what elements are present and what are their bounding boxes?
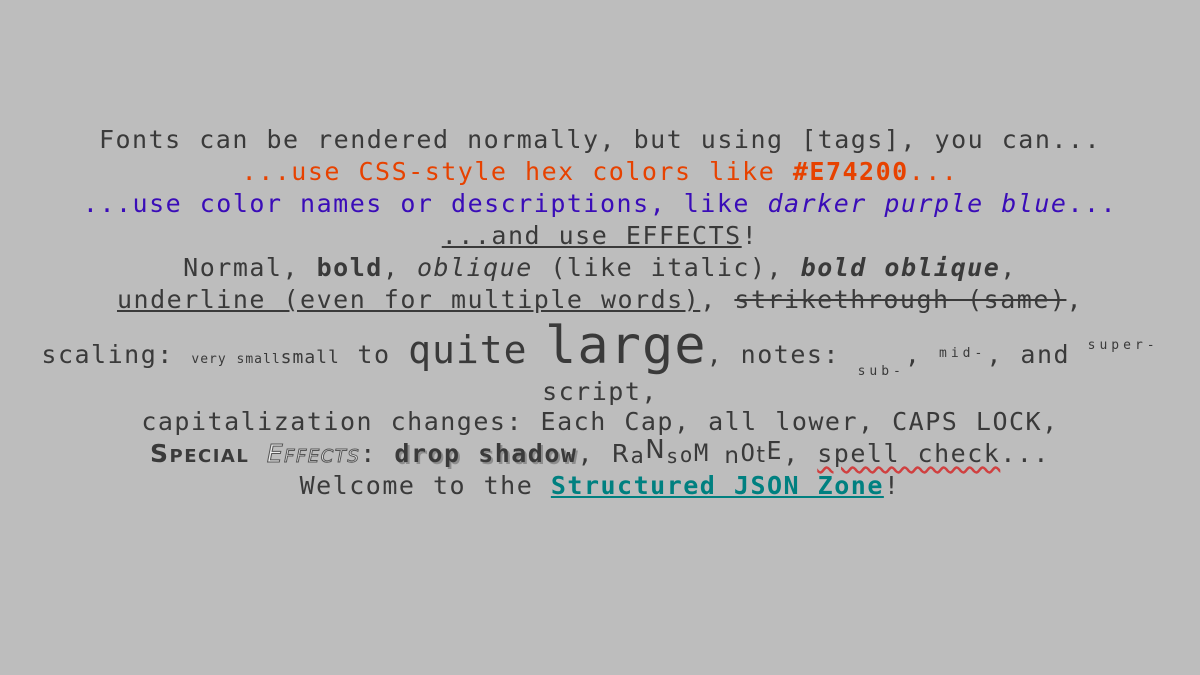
ransom-note-char: E [766,436,784,465]
welcome-prefix: Welcome to the [299,471,551,500]
style-comma-2: , [1000,253,1017,282]
style-bold-oblique: bold oblique [800,253,1001,282]
scale-very-small: very small [191,352,281,367]
line-hex-colors: ...use CSS-style hex colors like #E74200… [0,156,1200,188]
effects-label: Effects [266,439,361,469]
hex-prefix: ...use CSS-style hex colors like [241,157,793,186]
hex-suffix: ... [908,157,959,186]
line-effects: ...and use EFFECTS! [0,220,1200,252]
scale-large: large [545,316,707,376]
line-welcome: Welcome to the Structured JSON Zone! [0,470,1200,502]
note-super: super- [1087,338,1159,353]
ransom-note-char: O [740,439,757,467]
welcome-bang: ! [883,471,901,500]
notes-label: , notes: [706,340,840,369]
ransom-note-text: RaNsoM nOtE [611,435,784,471]
ransom-note-char: s [666,444,680,468]
hex-value: #E74200 [792,157,909,186]
ransom-note-char: a [630,444,646,469]
demo-text-block: Fonts can be rendered normally, but usin… [0,124,1200,502]
note-sub: sub- [857,364,905,379]
note-mid: mid- [939,346,987,361]
ransom-note-char: n [724,443,741,469]
decoration-underline: underline (even for multiple words) [116,285,701,314]
effects-bang: ! [741,221,759,250]
scale-quite: quite [408,328,528,372]
line-special-effects: Special Effects: drop shadow, RaNsoM nOt… [0,435,1200,471]
ransom-note-char: o [679,443,694,467]
special-label: Special [150,439,250,468]
scale-small: small [280,347,340,368]
intro-text: Fonts can be rendered normally, but usin… [98,125,1102,154]
ransom-note-char: R [611,439,631,468]
line-scaling: scaling: very smallsmall to quite large,… [0,314,1200,379]
color-description: darker purple blue [767,189,1068,218]
line-capitalization: capitalization changes: Each Cap, all lo… [0,406,1200,438]
text-canvas: Fonts can be rendered normally, but usin… [0,0,1200,675]
ransom-note-char [710,439,725,471]
color-names-prefix: ...use color names or descriptions, like [82,189,768,218]
style-normal: Normal, [183,253,300,282]
line-font-styles: Normal, bold, oblique (like italic), bol… [0,252,1200,284]
style-oblique: oblique [416,253,533,282]
ransom-note-char: M [693,439,710,467]
line-decorations: underline (even for multiple words), str… [0,284,1200,316]
spell-check-text: spell check [817,439,1001,468]
decoration-comma-1: , [700,285,717,314]
ransom-note-char: t [756,443,767,468]
decoration-strikethrough: strikethrough (same) [734,285,1067,314]
effects-underlined: ...and use EFFECTS [441,221,742,250]
ransom-note-char: N [645,435,667,465]
capitalization-text: capitalization changes: Each Cap, all lo… [141,407,1059,436]
notes-and: , and [986,340,1071,369]
special-comma-2: , [783,439,800,468]
style-comma-1: , [382,253,400,282]
style-bold: bold [316,253,383,282]
scaling-label: scaling: [41,340,174,369]
scale-to: to [357,340,391,369]
line-normal-intro: Fonts can be rendered normally, but usin… [0,124,1200,156]
structured-json-zone-link[interactable]: Structured JSON Zone [551,471,884,500]
special-dots: ... [1000,439,1050,468]
drop-shadow-text: drop shadow [394,439,578,468]
script-text: script, [542,377,658,406]
special-colon: : [360,439,377,468]
style-like-italic: (like italic), [550,253,784,282]
color-names-suffix: ... [1067,189,1118,218]
special-comma-1: , [577,439,595,468]
line-script: script, [0,378,1200,406]
notes-comma: , [904,340,922,369]
decoration-comma-2: , [1066,285,1083,314]
line-color-names: ...use color names or descriptions, like… [0,188,1200,220]
